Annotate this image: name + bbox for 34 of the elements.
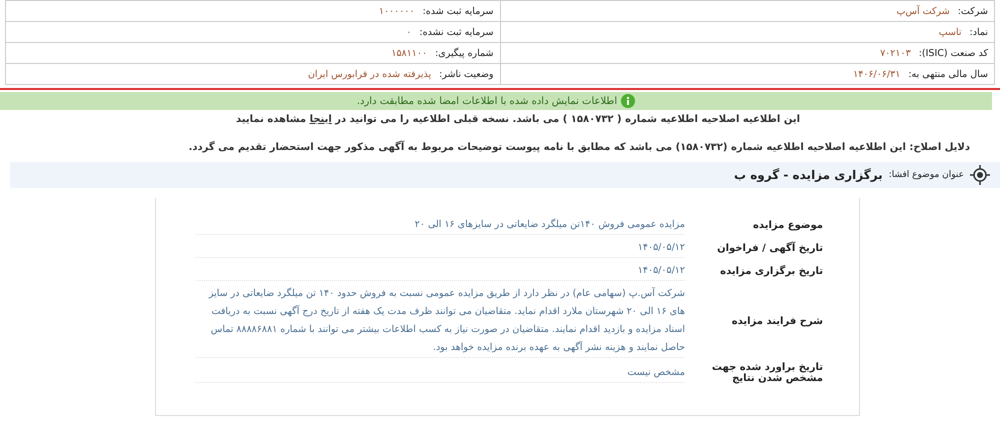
field-label: شرکت:	[958, 6, 988, 16]
detail-value: مشخص نیست	[196, 364, 685, 382]
field-value: شرکت آس‌پ	[896, 6, 950, 16]
field-label: شماره پیگیری:	[435, 48, 494, 58]
field-value: تاسپ	[938, 26, 962, 38]
field-value: پذیرفته شده در فرابورس ایران	[308, 68, 432, 80]
subject-label: عنوان موضوع افشا:	[888, 170, 964, 180]
field-label: سرمایه ثبت شده:	[422, 6, 494, 16]
correction-reason: دلایل اصلاح: این اطلاعیه اصلاحیه اطلاعیه شماره (۱۵۸۰۷۳۲) می باشد که مطابق با نامه پیوست توضیحات مربوط به آگهی مذکور جهت استحضار تقدیم می گردد.	[188, 140, 971, 155]
field-label: سال مالی منتهی به:	[908, 68, 988, 80]
field-value: ۷۰۲۱۰۳	[880, 48, 911, 58]
field-label: کد صنعت (ISIC):	[918, 48, 988, 58]
field-value: ۱۴۰۶/۰۶/۳۱	[853, 68, 900, 80]
subject-title: برگزاری مزایده - گروه ب	[734, 168, 883, 182]
detail-label: شرح فرایند مزایده	[730, 316, 823, 327]
detail-value: ۱۴۰۵/۰۵/۱۲	[196, 262, 685, 281]
detail-value: مزایده عمومی فروش ۱۴۰تن میلگرد ضایعاتی در سایزهای ۱۶ الی ۲۰	[196, 216, 685, 235]
previous-version-link[interactable]: اینجا	[310, 114, 332, 125]
detail-label: تاریخ براورد شده جهت مشخص شدن نتایج	[710, 362, 823, 384]
field-label: نماد:	[970, 26, 988, 38]
correction-notice: این اطلاعیه اصلاحیه اطلاعیه شماره ( ۱۵۸۰۷۳۲ ) می باشد. نسخه قبلی اطلاعیه را می توانید در اینجا مشاهده نمایید	[235, 113, 801, 127]
field-value: ۰	[406, 26, 412, 38]
detail-value: شرکت آس.پ (سهامی عام) در نظر دارد از طریق مزایده عمومی نسبت به فروش حدود ۱۴۰ تن میلگرد ضایعاتی در سایز های ۱۶ الی ۲۰ شهرستان ملارد اقدام نماید. متقاضیان می توانند ظرف مدت یک هفته از تاریخ درج آگهی نسبت به دریافت اسناد مزایده و بازدید اقدام نمایند. متقاضیان در صورت نیاز به کسب اطلاعات بیشتر می توانند با شماره ۸۸۸۸۶۸۸۱ تماس حاصل نمایند و هزینه نشر آگهی به عهده برنده مزایده خواهد بود.	[196, 285, 685, 358]
field-label: وضعیت ناشر:	[439, 68, 494, 80]
info-icon	[621, 94, 636, 108]
detail-label: موضوع مزایده	[752, 220, 823, 231]
target-icon	[970, 165, 990, 185]
field-value: ۱۵۸۱۱۰۰	[391, 48, 428, 58]
field-label: سرمایه ثبت نشده:	[419, 26, 494, 38]
banner-text: اطلاعات نمایش داده شده با اطلاعات امضا شده مطابقت دارد.	[356, 96, 618, 106]
field-value: ۱۰۰۰۰۰۰	[378, 6, 415, 16]
detail-label: تاریخ برگزاری مزایده	[719, 266, 823, 277]
detail-label: تاریخ آگهی / فراخوان	[716, 243, 823, 254]
detail-value: ۱۴۰۵/۰۵/۱۲	[196, 239, 685, 258]
